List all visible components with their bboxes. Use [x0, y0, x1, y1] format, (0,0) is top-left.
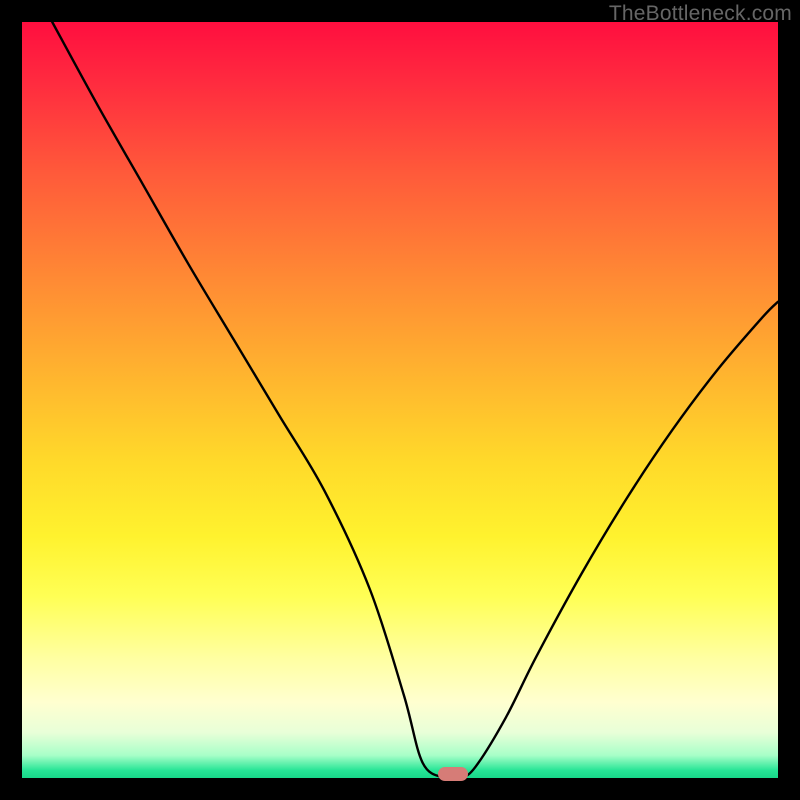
bottleneck-curve-path — [52, 22, 778, 778]
plot-area — [22, 22, 778, 778]
optimal-point-marker — [438, 767, 468, 781]
watermark-text: TheBottleneck.com — [609, 2, 792, 26]
chart-frame: TheBottleneck.com — [0, 0, 800, 800]
curve-svg — [22, 22, 778, 778]
